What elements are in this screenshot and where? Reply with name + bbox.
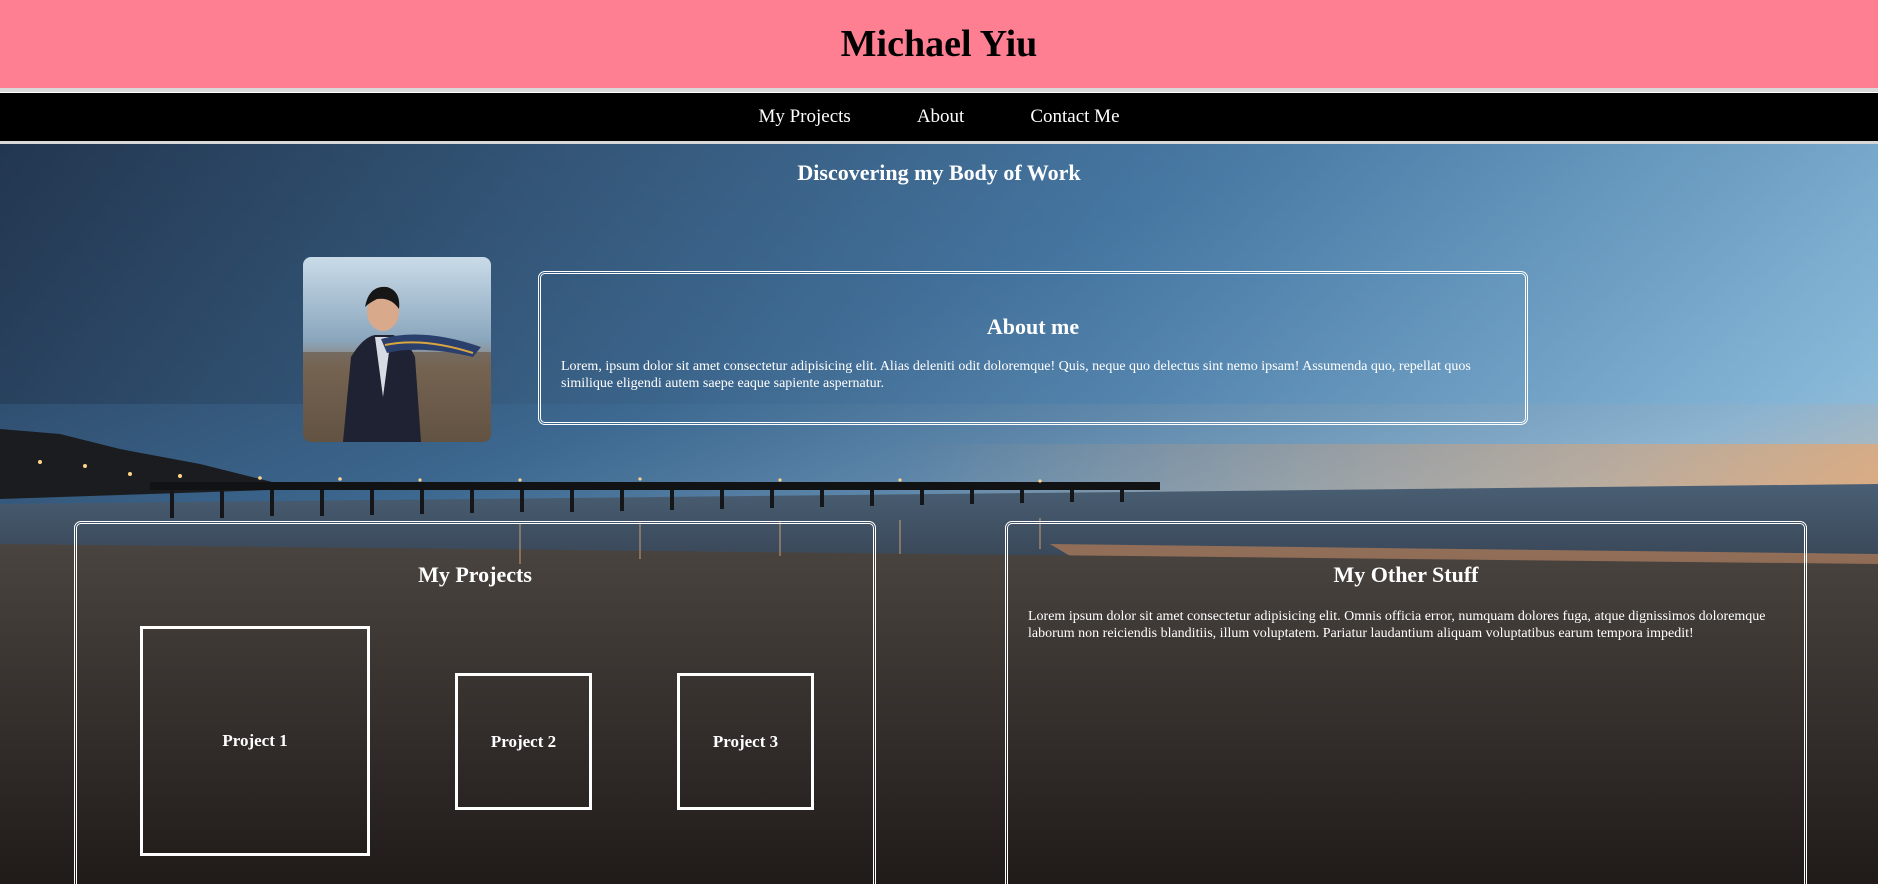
about-body: Lorem, ipsum dolor sit amet consectetur … (561, 359, 1471, 391)
profile-photo (303, 257, 491, 442)
other-stuff-panel: My Other Stuff Lorem ipsum dolor sit ame… (1005, 521, 1807, 884)
other-stuff-body: Lorem ipsum dolor sit amet consectetur a… (1028, 609, 1766, 641)
nav-link-about[interactable]: About (917, 106, 965, 128)
projects-title: My Projects (418, 562, 532, 587)
profile-photo-image (303, 257, 491, 442)
about-card: About me Lorem, ipsum dolor sit amet con… (538, 271, 1528, 425)
other-stuff-title: My Other Stuff (1333, 562, 1479, 587)
site-title: Michael Yiu (840, 23, 1038, 65)
projects-panel: My Projects Project 1 Project 2 Project … (74, 521, 876, 884)
about-title: About me (986, 314, 1080, 339)
nav-link-my-projects[interactable]: My Projects (758, 106, 850, 128)
main-nav: My Projects About Contact Me (0, 93, 1878, 141)
project-card-3[interactable]: Project 3 (677, 673, 814, 810)
project-card-2[interactable]: Project 2 (455, 673, 592, 810)
page: Michael Yiu My Projects About Contact Me (0, 0, 1878, 884)
nav-link-contact-me[interactable]: Contact Me (1030, 106, 1119, 128)
section-heading: Discovering my Body of Work (797, 160, 1081, 185)
site-header: Michael Yiu (0, 0, 1878, 88)
project-card-1[interactable]: Project 1 (140, 626, 370, 856)
